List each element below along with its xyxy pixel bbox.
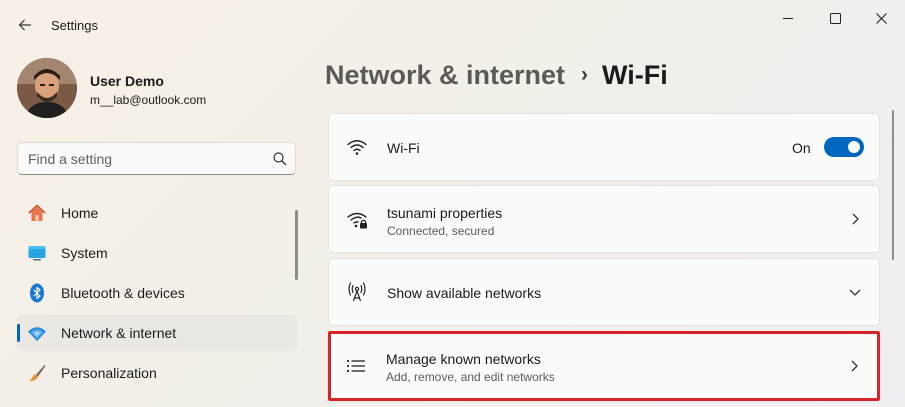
maximize-icon (829, 12, 841, 24)
search-input[interactable] (28, 149, 258, 169)
wifi-icon (347, 140, 367, 155)
available-networks-card[interactable]: Show available networks (328, 258, 880, 326)
wifi-diamond-icon (28, 327, 46, 341)
sidebar-item-bluetooth[interactable]: Bluetooth & devices (17, 275, 297, 311)
arrow-left-icon (18, 19, 31, 31)
paintbrush-icon (29, 365, 46, 382)
sidebar-scrollbar[interactable] (295, 210, 298, 280)
selection-indicator (17, 324, 20, 342)
sidebar-item-network[interactable]: Network & internet (17, 315, 297, 351)
avatar[interactable] (17, 58, 77, 118)
user-profile[interactable]: User Demo m__lab@outlook.com (17, 58, 287, 120)
sidebar-item-label: Personalization (61, 365, 157, 381)
wifi-lock-icon (347, 212, 367, 229)
wifi-toggle[interactable] (824, 137, 864, 157)
app-title: Settings (51, 18, 98, 33)
manage-networks-subtitle: Add, remove, and edit networks (386, 370, 555, 384)
search-box[interactable] (17, 142, 296, 175)
toggle-knob (848, 141, 860, 153)
bluetooth-icon (30, 283, 44, 303)
sidebar-item-personalization[interactable]: Personalization (17, 355, 297, 391)
network-properties-card[interactable]: tsunami properties Connected, secured (328, 185, 880, 253)
available-networks-title: Show available networks (387, 285, 542, 301)
chevron-right-icon (851, 360, 858, 372)
content-scrollbar[interactable] (892, 110, 894, 260)
chevron-down-icon (849, 289, 861, 296)
close-button[interactable] (858, 8, 904, 28)
monitor-icon (28, 246, 46, 261)
network-status: Connected, secured (387, 224, 495, 238)
sidebar-item-label: Home (61, 205, 99, 221)
network-name: tsunami properties (387, 205, 503, 221)
sidebar-item-label: Bluetooth & devices (61, 285, 185, 301)
antenna-icon (348, 282, 366, 302)
breadcrumb-separator: › (581, 63, 589, 86)
breadcrumb: Network & internet › Wi-Fi (325, 60, 668, 91)
manage-known-networks-card[interactable]: Manage known networks Add, remove, and e… (328, 331, 880, 401)
page-title: Wi-Fi (602, 60, 668, 90)
sidebar-nav: Home System Bluetooth & devices Network … (17, 195, 297, 395)
user-email: m__lab@outlook.com (90, 93, 207, 107)
minimize-button[interactable] (765, 8, 811, 28)
back-button[interactable] (14, 14, 36, 36)
close-icon (875, 12, 887, 24)
title-bar: Settings (0, 0, 905, 44)
manage-networks-title: Manage known networks (386, 351, 541, 367)
minimize-icon (783, 18, 793, 19)
user-name: User Demo (90, 73, 164, 89)
user-photo-icon (17, 58, 77, 118)
wifi-title: Wi-Fi (387, 140, 420, 156)
list-icon (346, 359, 365, 373)
maximize-button[interactable] (812, 8, 858, 28)
toggle-state-label: On (792, 140, 811, 156)
sidebar-item-home[interactable]: Home (17, 195, 297, 231)
sidebar-item-system[interactable]: System (17, 235, 297, 271)
sidebar-item-label: Network & internet (61, 325, 177, 341)
search-icon[interactable] (272, 151, 288, 167)
wifi-toggle-card[interactable]: Wi-Fi On (328, 113, 880, 181)
chevron-right-icon (852, 213, 859, 225)
breadcrumb-parent[interactable]: Network & internet (325, 60, 565, 90)
home-icon (28, 204, 46, 221)
sidebar-item-label: System (61, 245, 108, 261)
